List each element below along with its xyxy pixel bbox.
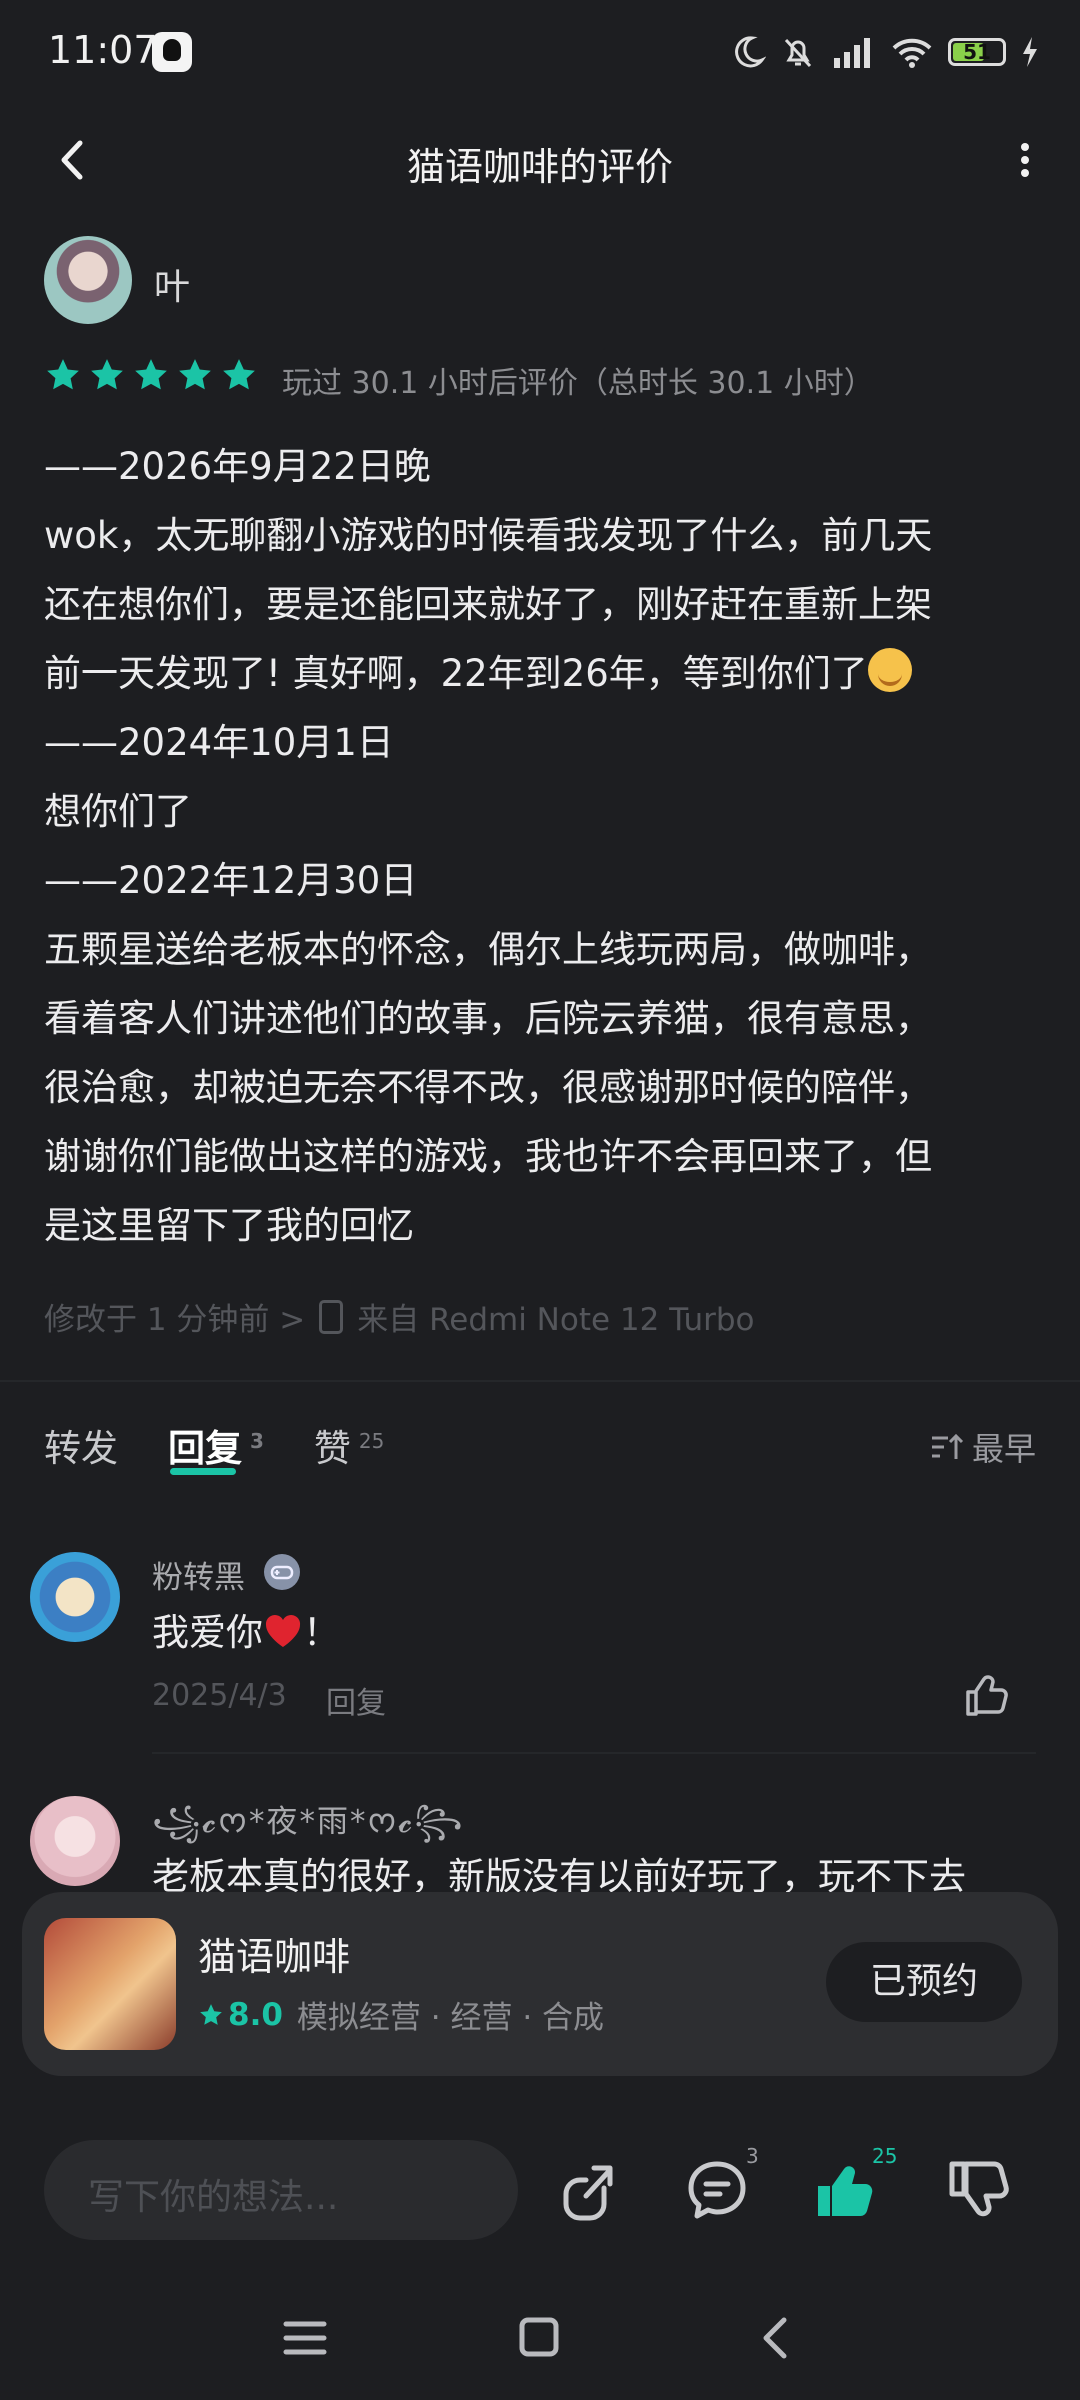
tab-count: 3 — [250, 1428, 264, 1453]
reply-icon[interactable] — [682, 2152, 752, 2228]
review-line: 前一天发现了! 真好啊，22年到26年，等到你们了 — [44, 639, 1044, 708]
star-icon — [135, 359, 167, 390]
divider — [0, 1380, 1080, 1382]
share-icon[interactable] — [552, 2152, 622, 2228]
star-rating — [44, 356, 258, 394]
review-line: 想你们了 — [44, 790, 192, 833]
commenter-avatar[interactable] — [30, 1552, 120, 1642]
review-line: 五颗星送给老板本的怀念，偶尔上线玩两局，做咖啡， — [44, 928, 932, 971]
page-title: 猫语咖啡的评价 — [406, 145, 673, 189]
commenter-name[interactable]: 粉转黑 — [152, 1552, 245, 1597]
menu-nav-icon[interactable] — [280, 2298, 330, 2378]
tab-count: 25 — [358, 1428, 385, 1453]
tab-forward[interactable]: 转发 — [44, 1418, 118, 1472]
battery-icon: 51 — [948, 38, 1006, 66]
tab-likes[interactable]: 赞 25 — [314, 1418, 384, 1472]
status-time: 11:07 — [48, 28, 158, 72]
qq-notification-icon — [152, 32, 192, 72]
review-text: ——2026年9月22日晚 wok，太无聊翻小游戏的时候看我发现了什么，前几天 … — [44, 432, 1044, 1260]
review-line: 看着客人们讲述他们的故事，后院云养猫，很有意思， — [44, 997, 932, 1040]
phone-icon — [319, 1299, 344, 1334]
playtime-label: 玩过 30.1 小时后评价（总时长 30.1 小时） — [282, 366, 874, 401]
review-line: wok，太无聊翻小游戏的时候看我发现了什么，前几天 — [44, 514, 933, 557]
more-options-icon[interactable] — [1010, 135, 1040, 185]
game-meta: 8.0 模拟经营 · 经营 · 合成 — [198, 1992, 604, 2037]
back-nav-icon[interactable] — [750, 2298, 800, 2378]
review-meta: 修改于 1 分钟前 > 来自 Redmi Note 12 Turbo — [44, 1294, 754, 1339]
comment-date: 2025/4/3 — [152, 1678, 287, 1713]
game-tags: 模拟经营 · 经营 · 合成 — [296, 2000, 605, 2036]
status-bar: 11:07 51 — [0, 0, 1080, 110]
commenter-avatar[interactable] — [30, 1796, 120, 1886]
device-label: 来自 Redmi Note 12 Turbo — [357, 1302, 755, 1338]
reviewer-avatar[interactable] — [44, 236, 132, 324]
comment-text: 我爱你！ — [152, 1611, 340, 1654]
red-heart-emoji-icon — [265, 1615, 301, 1647]
comment-like-icon[interactable] — [962, 1670, 1012, 1720]
star-icon — [223, 359, 255, 390]
review-line: ——2022年12月30日 — [44, 859, 418, 902]
review-line: 是这里留下了我的回忆 — [44, 1204, 414, 1247]
game-title: 猫语咖啡 — [198, 1935, 351, 1979]
reply-count: 3 — [746, 2144, 759, 2168]
moon-icon — [735, 36, 766, 68]
charging-icon — [1023, 37, 1037, 67]
comment-input[interactable]: 写下你的想法... — [44, 2140, 518, 2240]
star-icon — [200, 2003, 222, 2025]
top-app-bar: 猫语咖啡的评价 — [0, 110, 1080, 210]
game-icon — [44, 1918, 176, 2050]
game-card[interactable]: 猫语咖啡 8.0 模拟经营 · 经营 · 合成 已预约 — [22, 1892, 1058, 2076]
wifi-icon — [892, 38, 932, 68]
divider — [152, 1752, 1036, 1754]
sort-icon — [931, 1433, 964, 1459]
sort-toggle[interactable]: 最早 — [930, 1424, 1036, 1470]
reviewer-name[interactable]: 叶 — [154, 258, 190, 310]
review-line: 谢谢你们能做出这样的游戏，我也许不会再回来了，但 — [44, 1135, 932, 1178]
mute-bell-icon — [784, 38, 812, 68]
edited-time[interactable]: 修改于 1 分钟前 > — [44, 1294, 305, 1339]
review-line: 还在想你们，要是还能回来就好了，刚好赶在重新上架 — [44, 583, 932, 626]
comment-reply-button[interactable]: 回复 — [326, 1678, 386, 1722]
gamepad-badge-icon — [264, 1554, 300, 1590]
active-tab-indicator — [170, 1468, 236, 1475]
review-line: 很治愈，却被迫无奈不得不改，很感谢那时候的陪伴， — [44, 1066, 932, 1109]
home-nav-icon[interactable] — [514, 2298, 564, 2378]
review-line: ——2026年9月22日晚 — [44, 445, 431, 488]
star-icon — [47, 359, 79, 390]
dislike-icon[interactable] — [946, 2152, 1016, 2228]
reserved-button[interactable]: 已预约 — [826, 1942, 1022, 2022]
game-rating: 8.0 — [198, 1997, 283, 2033]
review-line: ——2024年10月1日 — [44, 721, 394, 764]
tab-replies[interactable]: 回复 3 — [168, 1418, 264, 1475]
smiling-face-emoji-icon — [867, 648, 912, 692]
like-count: 25 — [872, 2144, 898, 2168]
interaction-tabs: 转发 回复 3 赞 25 — [44, 1418, 434, 1478]
star-icon — [91, 359, 123, 390]
signal-icon — [834, 38, 870, 68]
input-placeholder: 写下你的想法... — [88, 2177, 339, 2218]
star-icon — [179, 359, 211, 390]
